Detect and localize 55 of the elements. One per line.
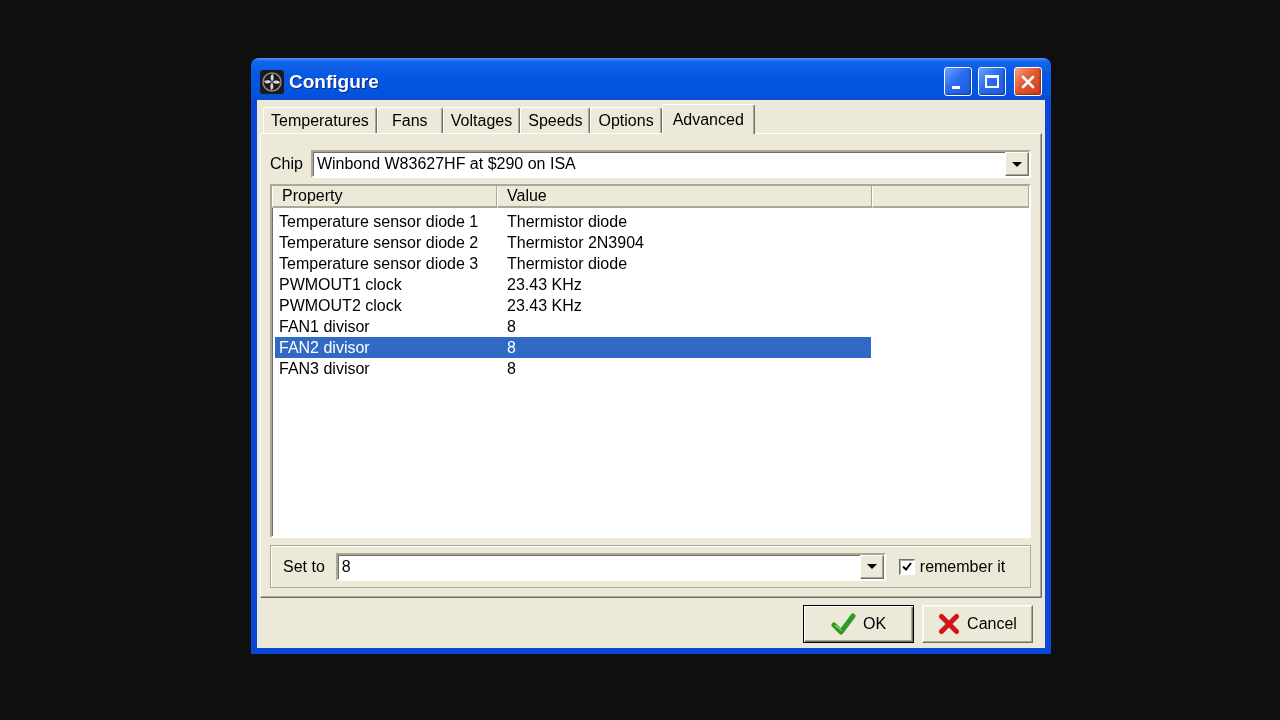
table-cell-text: PWMOUT2 clock	[278, 296, 403, 315]
table-cell-text: 23.43 KHz	[506, 275, 583, 294]
table-cell-text: Thermistor diode	[506, 212, 629, 231]
table-cell-text: FAN1 divisor	[278, 317, 371, 336]
table-cell-text: FAN2 divisor	[278, 338, 371, 357]
value-combo-box[interactable]: 8	[335, 552, 886, 581]
table-cell-text: PWMOUT1 clock	[278, 275, 403, 294]
table-cell-text: 8	[506, 317, 517, 336]
table-cell-text: 23.43 KHz	[506, 296, 583, 315]
table-cell-text: Thermistor diode	[506, 254, 629, 273]
table-row[interactable]: Temperature sensor diode 1 Thermistor diode	[275, 211, 871, 232]
dropdown-button[interactable]	[859, 554, 884, 579]
tab[interactable]: Options	[590, 107, 662, 133]
table-cell-text: Temperature sensor diode 3	[278, 254, 480, 273]
table-row[interactable]: FAN2 divisor 8	[275, 337, 871, 358]
cross-icon	[938, 613, 961, 635]
column-header[interactable]: Value	[497, 186, 872, 208]
table-row[interactable]: FAN3 divisor 8	[275, 358, 871, 379]
table-cell-text: Temperature sensor diode 1	[278, 212, 480, 231]
table-cell-text: FAN3 divisor	[278, 359, 371, 378]
table-cell-text: Temperature sensor diode 2	[278, 233, 480, 252]
table-row[interactable]: PWMOUT1 clock 23.43 KHz	[275, 274, 871, 295]
ok-button[interactable]: OK	[803, 605, 914, 643]
maximize-button[interactable]	[978, 67, 1006, 96]
table-row[interactable]: PWMOUT2 clock 23.43 KHz	[275, 295, 871, 316]
window-title: Configure	[289, 70, 379, 93]
table-cell-text: 8	[506, 338, 517, 357]
minimize-button[interactable]	[944, 67, 972, 96]
tab[interactable]: Advanced	[661, 104, 755, 134]
table-row[interactable]: Temperature sensor diode 3 Thermistor diode	[275, 253, 871, 274]
tab[interactable]: Fans	[376, 107, 443, 133]
checkbox-label: remember it	[919, 557, 1006, 576]
dropdown-button[interactable]	[1005, 152, 1029, 176]
checkmark-icon	[901, 562, 912, 571]
close-icon	[1021, 74, 1035, 89]
chip-combo-box[interactable]: Winbond W83627HF at $290 on ISA	[310, 150, 1031, 178]
maximize-icon	[985, 75, 999, 88]
tab[interactable]: Voltages	[442, 107, 521, 133]
tab[interactable]: Temperatures	[263, 107, 377, 133]
field-label: Set to	[283, 557, 325, 576]
caret-icon	[1012, 161, 1022, 167]
minimize-icon	[952, 86, 960, 89]
check-icon	[830, 613, 856, 635]
caret-icon	[866, 564, 877, 569]
field-label: Chip	[270, 155, 303, 173]
cancel-button[interactable]: Cancel	[922, 605, 1033, 643]
table-row[interactable]: FAN1 divisor 8	[275, 316, 871, 337]
table-row[interactable]: Temperature sensor diode 2 Thermistor 2N3904	[275, 232, 871, 253]
checkbox[interactable]	[898, 558, 915, 575]
fan-icon	[260, 69, 284, 94]
close-button[interactable]	[1014, 67, 1042, 96]
column-header[interactable]: Property	[272, 186, 497, 208]
tab[interactable]: Speeds	[520, 107, 591, 133]
table-cell-text: 8	[506, 359, 517, 378]
table-cell-text: Thermistor 2N3904	[506, 233, 645, 252]
